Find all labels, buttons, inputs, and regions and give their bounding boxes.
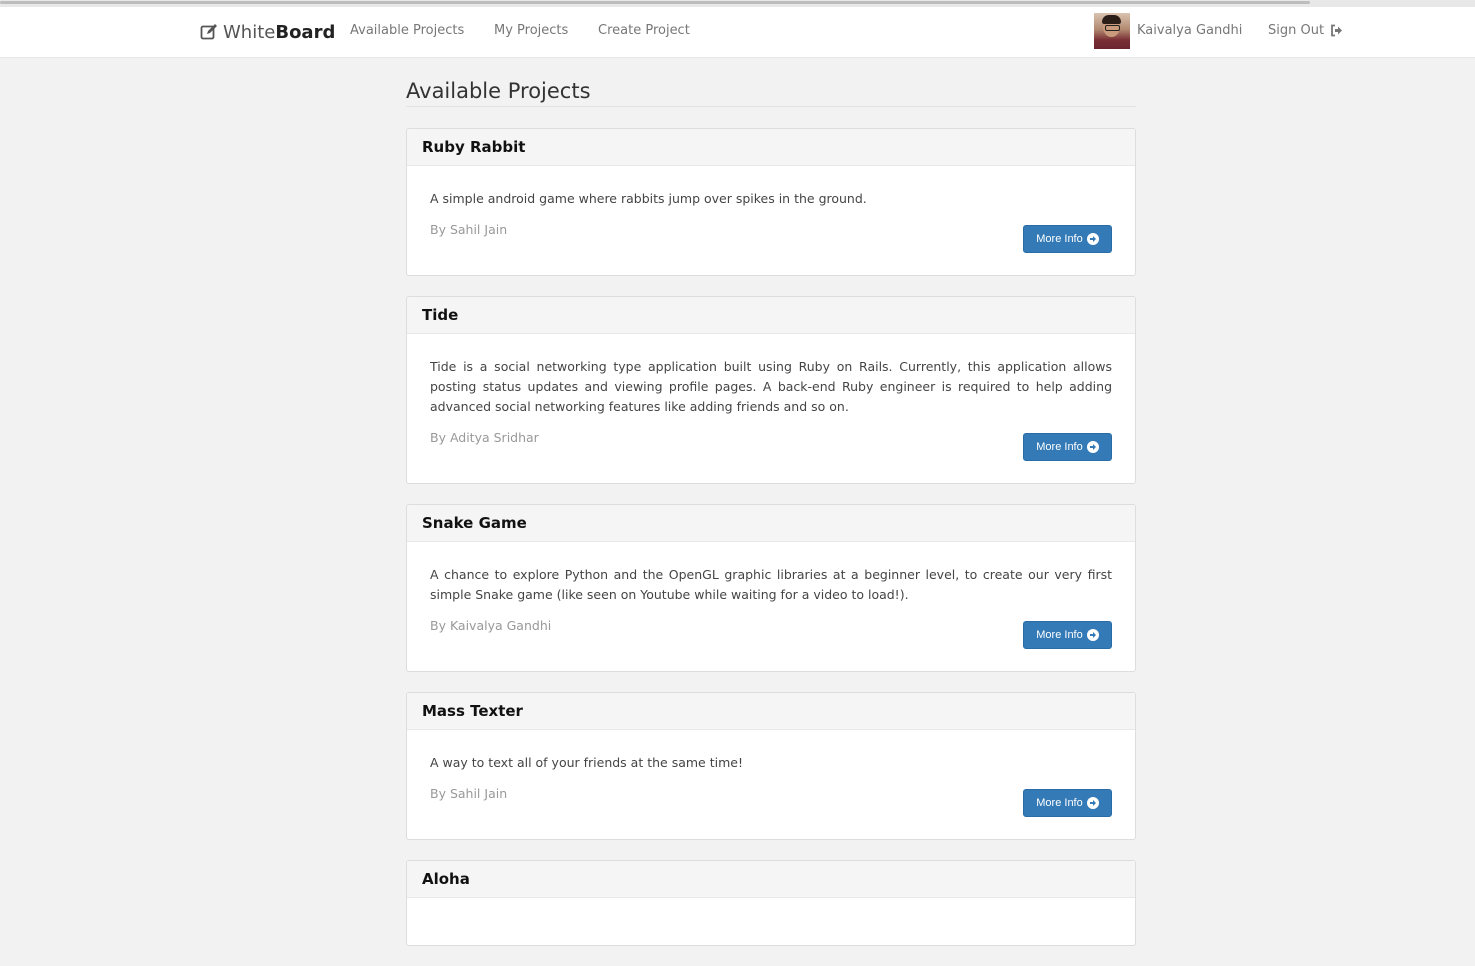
brand-text-bold: Board [275, 21, 336, 43]
sign-out-icon [1330, 24, 1343, 37]
project-title: Mass Texter [407, 693, 1135, 730]
project-body: A way to text all of your friends at the… [407, 730, 1135, 839]
nav-create-project[interactable]: Create Project [598, 23, 690, 38]
project-title: Tide [407, 297, 1135, 334]
project-list: Ruby Rabbit A simple android game where … [406, 128, 1136, 966]
arrow-circle-right-icon [1086, 233, 1099, 245]
scrollbar-thumb[interactable] [0, 1, 1310, 4]
avatar[interactable] [1094, 13, 1130, 49]
project-footer: By Sahil Jain More Info [430, 220, 1112, 253]
project-title: Ruby Rabbit [407, 129, 1135, 166]
user-name-link[interactable]: Kaivalya Gandhi [1137, 23, 1242, 38]
project-card: Aloha [406, 860, 1136, 946]
arrow-circle-right-icon [1086, 441, 1099, 453]
project-title: Aloha [407, 861, 1135, 898]
arrow-circle-right-icon [1086, 629, 1099, 641]
project-footer: By Aditya Sridhar More Info [430, 428, 1112, 461]
project-title: Snake Game [407, 505, 1135, 542]
more-info-button[interactable]: More Info [1023, 225, 1112, 253]
project-author: By Aditya Sridhar [430, 430, 539, 445]
more-info-button[interactable]: More Info [1023, 621, 1112, 649]
brand-text-light: White [223, 21, 276, 43]
more-info-button[interactable]: More Info [1023, 789, 1112, 817]
title-divider [406, 106, 1136, 107]
project-card: Tide Tide is a social networking type ap… [406, 296, 1136, 484]
more-info-button[interactable]: More Info [1023, 433, 1112, 461]
avatar-glasses [1105, 25, 1120, 31]
project-footer: By Kaivalya Gandhi More Info [430, 616, 1112, 649]
project-author: By Sahil Jain [430, 786, 508, 801]
page-title: Available Projects [406, 79, 591, 103]
project-description: A chance to explore Python and the OpenG… [430, 567, 1112, 602]
project-footer: By Sahil Jain More Info [430, 784, 1112, 817]
project-description: A simple android game where rabbits jump… [430, 191, 867, 206]
main-content: Available Projects Ruby Rabbit A simple … [406, 57, 1136, 946]
nav-my-projects[interactable]: My Projects [494, 23, 568, 38]
more-info-label: More Info [1036, 233, 1083, 245]
project-description: Tide is a social networking type applica… [430, 359, 1112, 414]
project-body: Tide is a social networking type applica… [407, 334, 1135, 483]
sign-out-label: Sign Out [1268, 23, 1325, 38]
more-info-label: More Info [1036, 797, 1083, 809]
brand-logo[interactable]: White Board [200, 19, 335, 45]
more-info-label: More Info [1036, 441, 1083, 453]
project-card: Mass Texter A way to text all of your fr… [406, 692, 1136, 840]
project-body: A simple android game where rabbits jump… [407, 166, 1135, 275]
project-author: By Sahil Jain [430, 222, 508, 237]
arrow-circle-right-icon [1086, 797, 1099, 809]
sign-out-link[interactable]: Sign Out [1268, 23, 1343, 38]
project-card: Ruby Rabbit A simple android game where … [406, 128, 1136, 276]
nav-available-projects[interactable]: Available Projects [350, 23, 464, 38]
project-description: A way to text all of your friends at the… [430, 755, 743, 770]
edit-icon [200, 23, 218, 41]
project-card: Snake Game A chance to explore Python an… [406, 504, 1136, 672]
project-author: By Kaivalya Gandhi [430, 618, 552, 633]
project-body [407, 898, 1135, 945]
avatar-hair [1102, 15, 1121, 24]
project-body: A chance to explore Python and the OpenG… [407, 542, 1135, 671]
navbar: White Board Available Projects My Project… [0, 7, 1475, 58]
more-info-label: More Info [1036, 629, 1083, 641]
